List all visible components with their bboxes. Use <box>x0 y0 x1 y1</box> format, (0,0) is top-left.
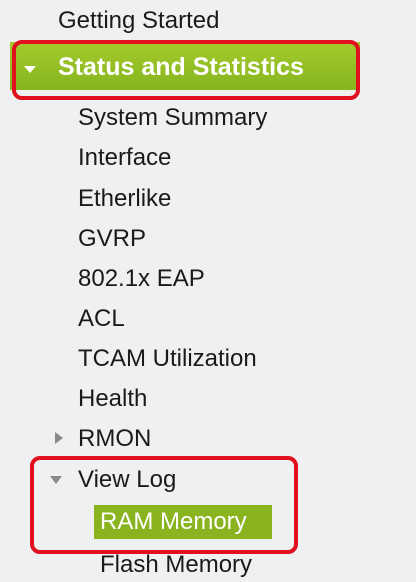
nav-item-getting-started[interactable]: Getting Started <box>58 6 219 36</box>
nav-item-acl[interactable]: ACL <box>78 304 125 334</box>
nav-item-tcam-utilization[interactable]: TCAM Utilization <box>78 344 257 374</box>
expand-down-icon[interactable] <box>24 66 36 73</box>
collapse-down-icon[interactable] <box>50 476 62 484</box>
navigation-tree: Getting Started Status and Statistics Sy… <box>0 0 416 582</box>
nav-item-interface[interactable]: Interface <box>78 143 171 173</box>
nav-item-rmon[interactable]: RMON <box>78 424 151 454</box>
nav-item-8021x-eap[interactable]: 802.1x EAP <box>78 264 205 294</box>
nav-item-ram-memory[interactable]: RAM Memory <box>100 507 247 537</box>
expand-right-icon[interactable] <box>55 432 63 444</box>
nav-item-etherlike[interactable]: Etherlike <box>78 184 171 214</box>
nav-item-health[interactable]: Health <box>78 384 147 414</box>
section-status-and-statistics[interactable]: Status and Statistics <box>58 52 304 82</box>
nav-item-view-log[interactable]: View Log <box>78 465 176 495</box>
nav-item-gvrp[interactable]: GVRP <box>78 224 146 254</box>
nav-item-flash-memory[interactable]: Flash Memory <box>100 550 252 580</box>
nav-item-system-summary[interactable]: System Summary <box>78 103 267 133</box>
